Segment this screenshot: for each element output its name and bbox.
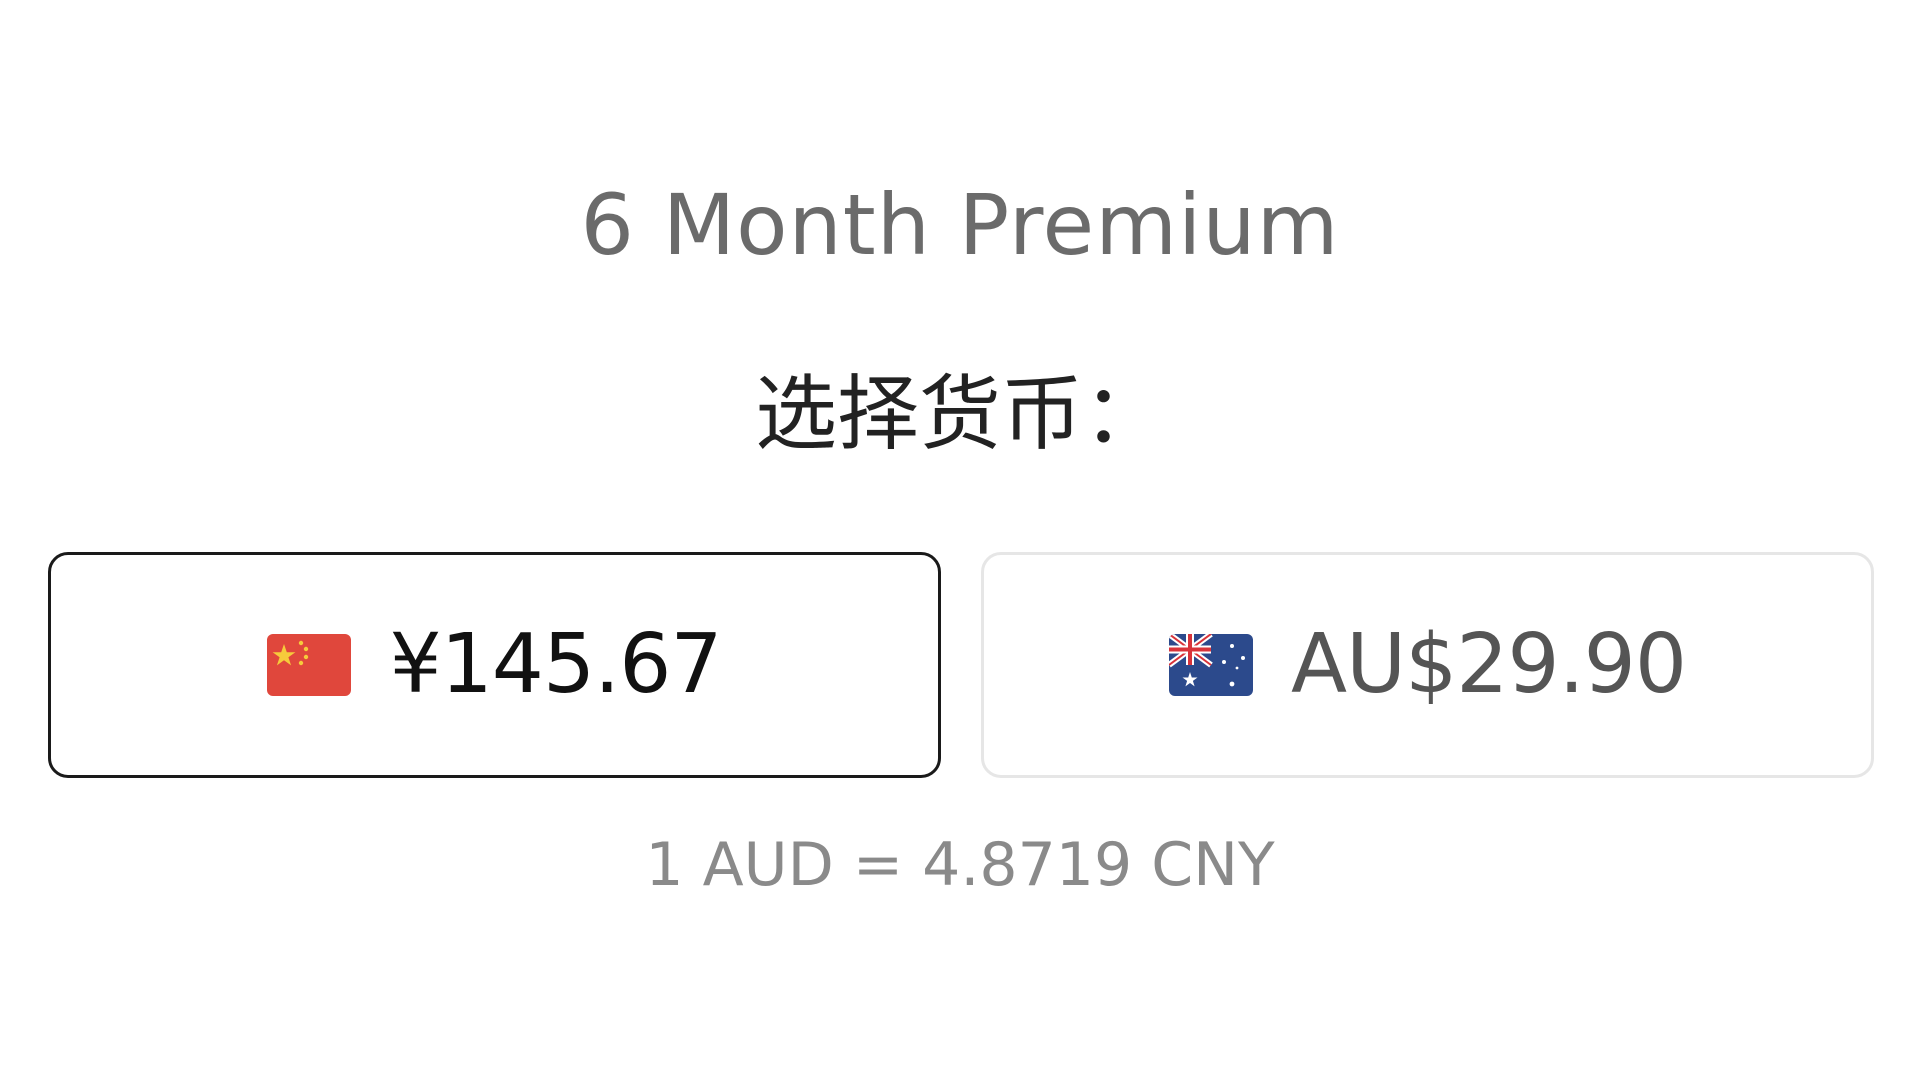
plan-title: 6 Month Premium [580,176,1340,274]
currency-selection-page: 6 Month Premium 选择货币： ¥145.67 AU$29.90 1… [0,0,1920,1080]
cny-price: ¥145.67 [389,617,722,712]
currency-prompt: 选择货币： [754,367,1165,462]
aud-currency-option[interactable]: AU$29.90 [981,552,1874,778]
china-flag-icon [267,634,352,696]
aud-price: AU$29.90 [1290,617,1687,712]
cny-currency-option[interactable]: ¥145.67 [48,552,941,778]
australia-flag-icon [1168,634,1253,696]
exchange-rate-text: 1 AUD = 4.8719 CNY [645,830,1275,900]
currency-options: ¥145.67 AU$29.90 [48,552,1874,778]
